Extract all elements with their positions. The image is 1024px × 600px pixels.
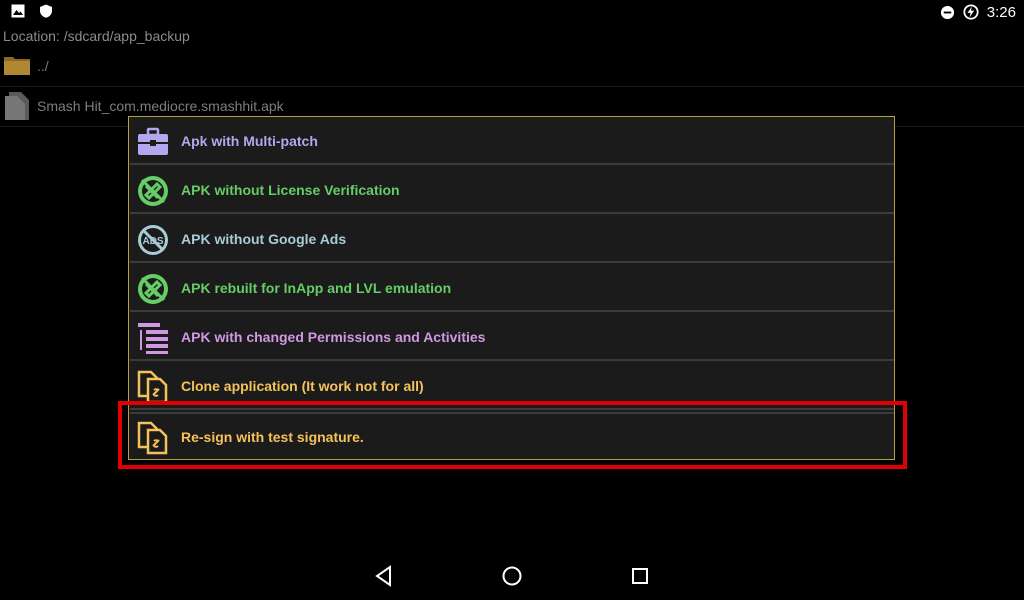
file-icon xyxy=(5,92,29,120)
menu-item-no-ads[interactable]: ADS APK without Google Ads xyxy=(130,216,894,263)
location-path: Location: /sdcard/app_backup xyxy=(3,28,190,44)
menu-item-label: Apk with Multi-patch xyxy=(181,133,318,149)
menu-item-label: APK with changed Permissions and Activit… xyxy=(181,329,486,345)
back-icon[interactable] xyxy=(372,564,396,588)
file-item-parent[interactable]: ../ xyxy=(0,46,1024,87)
folder-icon xyxy=(4,57,30,75)
image-icon xyxy=(11,4,25,18)
clone-icon xyxy=(137,421,168,455)
menu-item-label: Re-sign with test signature. xyxy=(181,429,364,445)
menu-item-multi-patch[interactable]: Apk with Multi-patch xyxy=(130,118,894,165)
no-ads-icon: ADS xyxy=(138,225,168,255)
menu-item-inapp-lvl[interactable]: APK rebuilt for InApp and LVL emulation xyxy=(130,265,894,312)
menu-item-label: APK without License Verification xyxy=(181,182,400,198)
permissions-list-icon xyxy=(138,323,168,354)
recents-icon[interactable] xyxy=(628,564,652,588)
menu-item-resign[interactable]: Re-sign with test signature. xyxy=(130,412,894,459)
no-license-icon xyxy=(138,274,168,304)
toolbox-icon xyxy=(138,127,168,155)
menu-item-permissions[interactable]: APK with changed Permissions and Activit… xyxy=(130,314,894,361)
battery-charging-icon xyxy=(963,4,979,20)
no-license-icon xyxy=(138,176,168,206)
menu-item-label: Clone application (It work not for all) xyxy=(181,378,424,394)
menu-item-label: APK rebuilt for InApp and LVL emulation xyxy=(181,280,452,296)
menu-item-no-license[interactable]: APK without License Verification xyxy=(130,167,894,214)
status-bar: 3:26 xyxy=(0,0,1024,24)
patch-options-dialog: Apk with Multi-patch APK without License… xyxy=(128,116,895,460)
file-name: Smash Hit_com.mediocre.smashhit.apk xyxy=(37,98,284,114)
clock: 3:26 xyxy=(986,3,1016,21)
menu-item-clone[interactable]: Clone application (It work not for all) xyxy=(130,363,894,410)
home-icon[interactable] xyxy=(500,564,524,588)
do-not-disturb-icon xyxy=(940,5,954,19)
menu-item-label: APK without Google Ads xyxy=(181,231,347,247)
clone-icon xyxy=(137,370,168,404)
shield-icon xyxy=(40,4,52,18)
navigation-bar xyxy=(0,552,1024,600)
file-name: ../ xyxy=(37,58,49,74)
